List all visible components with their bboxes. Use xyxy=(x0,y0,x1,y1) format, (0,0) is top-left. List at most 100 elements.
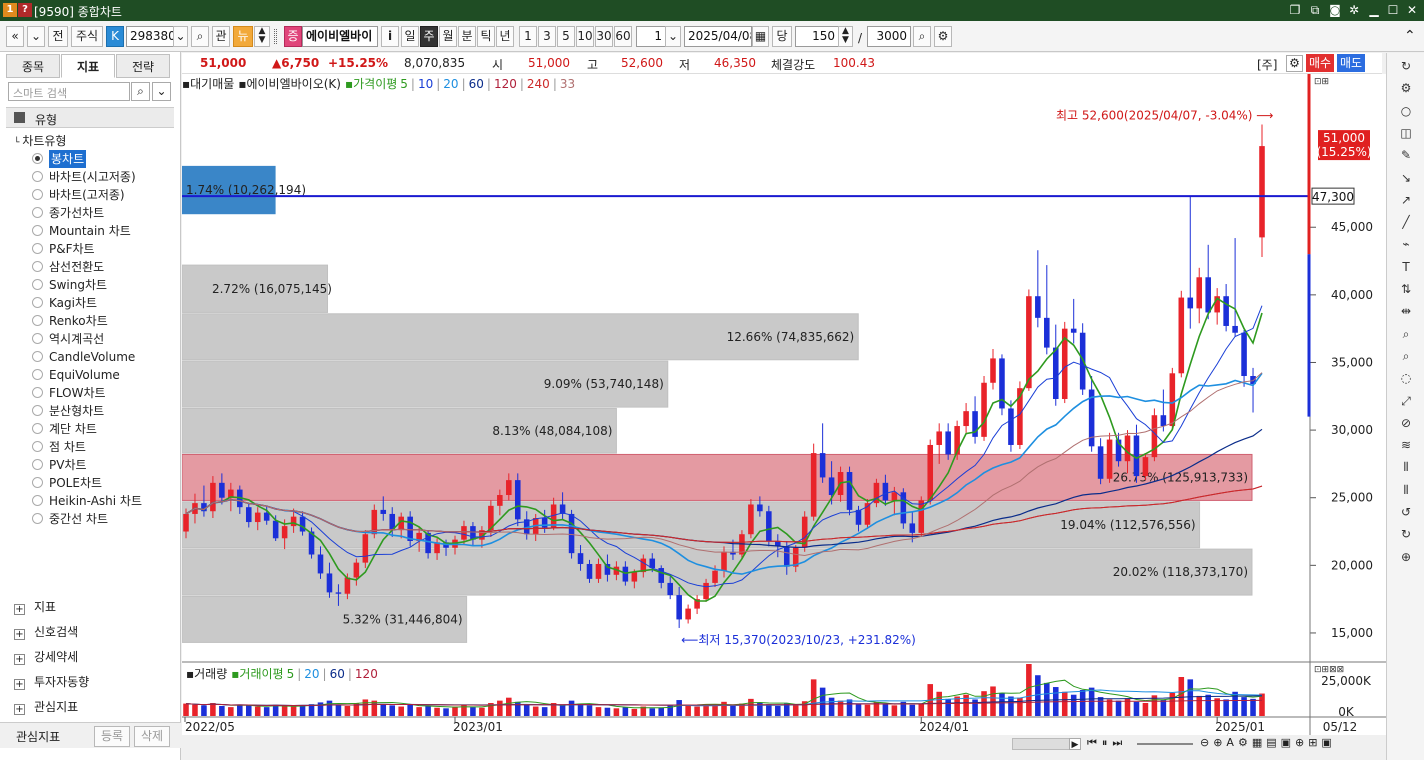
smart-search-input[interactable]: 스마트 검색 xyxy=(8,82,130,101)
minute-button-10[interactable]: 10 xyxy=(576,26,594,47)
chart-type-item[interactable]: 역시계곡선 xyxy=(49,330,104,348)
radio-icon[interactable] xyxy=(32,189,43,200)
count-input[interactable]: 1 xyxy=(636,26,666,47)
maximize-icon[interactable]: ☐ xyxy=(1385,2,1401,18)
search-icon[interactable]: ⌕ xyxy=(131,82,150,101)
calendar-icon[interactable]: ▦ xyxy=(752,26,769,47)
period-tab-1[interactable]: 주 xyxy=(420,26,438,47)
radio-icon[interactable] xyxy=(32,333,43,344)
chart-type-item[interactable]: 삼선전환도 xyxy=(49,258,104,276)
chart-type-item[interactable]: Renko차트 xyxy=(49,312,108,330)
chart-type-item[interactable]: 점 차트 xyxy=(49,438,86,456)
tab-indicator[interactable]: 지표 xyxy=(61,54,115,78)
chart-type-item[interactable]: PV차트 xyxy=(49,456,87,474)
period-tab-2[interactable]: 월 xyxy=(439,26,457,47)
redo-icon[interactable]: ↻ xyxy=(1395,524,1417,544)
radio-icon[interactable] xyxy=(32,405,43,416)
playback-icons[interactable]: ⏮⏸⏭ xyxy=(1087,736,1127,750)
minute-button-5[interactable]: 5 xyxy=(557,26,575,47)
zoom-slider[interactable] xyxy=(1137,743,1193,745)
radio-icon[interactable] xyxy=(32,351,43,362)
chart-type-item[interactable]: 분산형차트 xyxy=(49,402,104,420)
radio-icon[interactable] xyxy=(32,243,43,254)
chart-type-item[interactable]: Mountain 차트 xyxy=(49,222,131,240)
radio-icon[interactable] xyxy=(32,513,43,524)
auto-icon[interactable]: ⌁ xyxy=(1395,234,1417,254)
radio-icon[interactable] xyxy=(32,477,43,488)
new-window-icon[interactable]: ❐ xyxy=(1287,2,1303,18)
count-dropdown-icon[interactable]: ⌄ xyxy=(665,26,681,47)
period-tab-0[interactable]: 일 xyxy=(401,26,419,47)
trend-up-icon[interactable]: ↗ xyxy=(1395,190,1417,210)
candle-icon[interactable]: ⇹ xyxy=(1395,301,1417,321)
gwan-button[interactable]: 관 xyxy=(212,26,230,47)
radio-icon[interactable] xyxy=(32,387,43,398)
radio-icon[interactable] xyxy=(32,441,43,452)
radio-icon[interactable] xyxy=(32,279,43,290)
chart-settings-icon[interactable]: ⚙ xyxy=(934,26,952,47)
undo-icon[interactable]: ↺ xyxy=(1395,502,1417,522)
radio-icon[interactable] xyxy=(32,369,43,380)
fork-icon[interactable]: ⇅ xyxy=(1395,279,1417,299)
search-icon[interactable]: ⌕ xyxy=(191,26,209,47)
type-header[interactable]: 유형 xyxy=(6,107,174,128)
price-chart[interactable]: 1.74% (10,262,194) 2.72% (16,075,145) 12.6… xyxy=(182,74,1386,735)
settings-icon[interactable]: ✲ xyxy=(1346,2,1362,18)
line-icon[interactable]: ╱ xyxy=(1395,212,1417,232)
register-button[interactable]: 등록 xyxy=(94,726,130,747)
chart-type-item[interactable]: P&F차트 xyxy=(49,240,95,258)
radio-icon[interactable] xyxy=(32,495,43,506)
new-badge[interactable]: 뉴 xyxy=(233,26,253,47)
period-tab-3[interactable]: 분 xyxy=(458,26,476,47)
close-icon[interactable]: ✕ xyxy=(1404,2,1420,18)
zoom-icons[interactable]: ⊖⊕A⚙▦▤▣⊕⊞▣ xyxy=(1200,736,1336,749)
zoom-in-icon[interactable]: ⊕ xyxy=(1395,547,1417,567)
expand-icon[interactable]: ⌄ xyxy=(152,82,171,101)
expand-icon[interactable]: ⤢ xyxy=(1395,391,1417,411)
magnify-icon[interactable]: ⌕ xyxy=(1395,324,1417,344)
sidebar-section[interactable]: + 강세약세 xyxy=(14,647,78,667)
market-select[interactable]: 주식 xyxy=(71,26,103,47)
chart-type-item[interactable]: Kagi차트 xyxy=(49,294,97,312)
scroll-track[interactable] xyxy=(1012,738,1070,750)
volume-panel-control-icons[interactable]: ⊡⊞⊠⊠ xyxy=(1314,665,1344,675)
chart-type-item[interactable]: 바차트(고저종) xyxy=(49,186,125,204)
radio-icon[interactable] xyxy=(32,261,43,272)
radio-icon[interactable] xyxy=(32,225,43,236)
minute-button-30[interactable]: 30 xyxy=(595,26,613,47)
tab-strategy[interactable]: 전략 xyxy=(116,54,170,78)
spin-icon[interactable]: ▲ ▼ xyxy=(254,26,270,47)
help-icon[interactable]: ? xyxy=(18,3,32,17)
chart-type-item[interactable]: Heikin-Ashi 차트 xyxy=(49,492,142,510)
date-input[interactable]: 2025/04/08 xyxy=(684,26,752,47)
radio-icon[interactable] xyxy=(32,153,43,164)
period-tab-5[interactable]: 년 xyxy=(496,26,514,47)
chart-config-icon[interactable]: ⚙ xyxy=(1286,55,1303,72)
chart-type-item[interactable]: 종가선차트 xyxy=(49,204,104,222)
zoom-icon[interactable]: ⌕ xyxy=(1395,346,1417,366)
chart-type-item[interactable]: Swing차트 xyxy=(49,276,107,294)
dang-button[interactable]: 당 xyxy=(772,26,792,47)
k-badge[interactable]: K xyxy=(106,26,124,47)
text-icon[interactable]: T xyxy=(1395,257,1417,277)
chevron-down-icon[interactable]: ⌄ xyxy=(27,26,45,47)
refresh-icon[interactable]: ↻ xyxy=(1395,56,1417,76)
sidebar-section[interactable]: + 투자자동향 xyxy=(14,672,89,692)
toolbar-collapse-icon[interactable]: ⌃ xyxy=(1404,28,1416,44)
radio-icon[interactable] xyxy=(32,207,43,218)
eraser-icon[interactable]: ◌ xyxy=(1395,368,1417,388)
grid-icon-2[interactable]: ⦀ xyxy=(1395,480,1417,500)
draw-icon[interactable]: ✎ xyxy=(1395,145,1417,165)
chart-type-item[interactable]: CandleVolume xyxy=(49,348,135,366)
chart-type-item[interactable]: 봉차트 xyxy=(49,150,87,168)
copy-window-icon[interactable]: ⧉ xyxy=(1307,2,1323,18)
chart-type-item[interactable]: 계단 차트 xyxy=(49,420,97,438)
chart-type-header[interactable]: └ 차트유형 xyxy=(14,132,66,149)
bars-input[interactable]: 150 xyxy=(795,26,839,47)
info-button[interactable]: i xyxy=(381,26,399,47)
chart-type-item[interactable]: 중간선 차트 xyxy=(49,510,108,528)
sidebar-section[interactable]: + 신호검색 xyxy=(14,622,78,642)
radio-icon[interactable] xyxy=(32,297,43,308)
zoom-search-icon[interactable]: ⌕ xyxy=(913,26,931,47)
code-dropdown-icon[interactable]: ⌄ xyxy=(173,26,188,47)
